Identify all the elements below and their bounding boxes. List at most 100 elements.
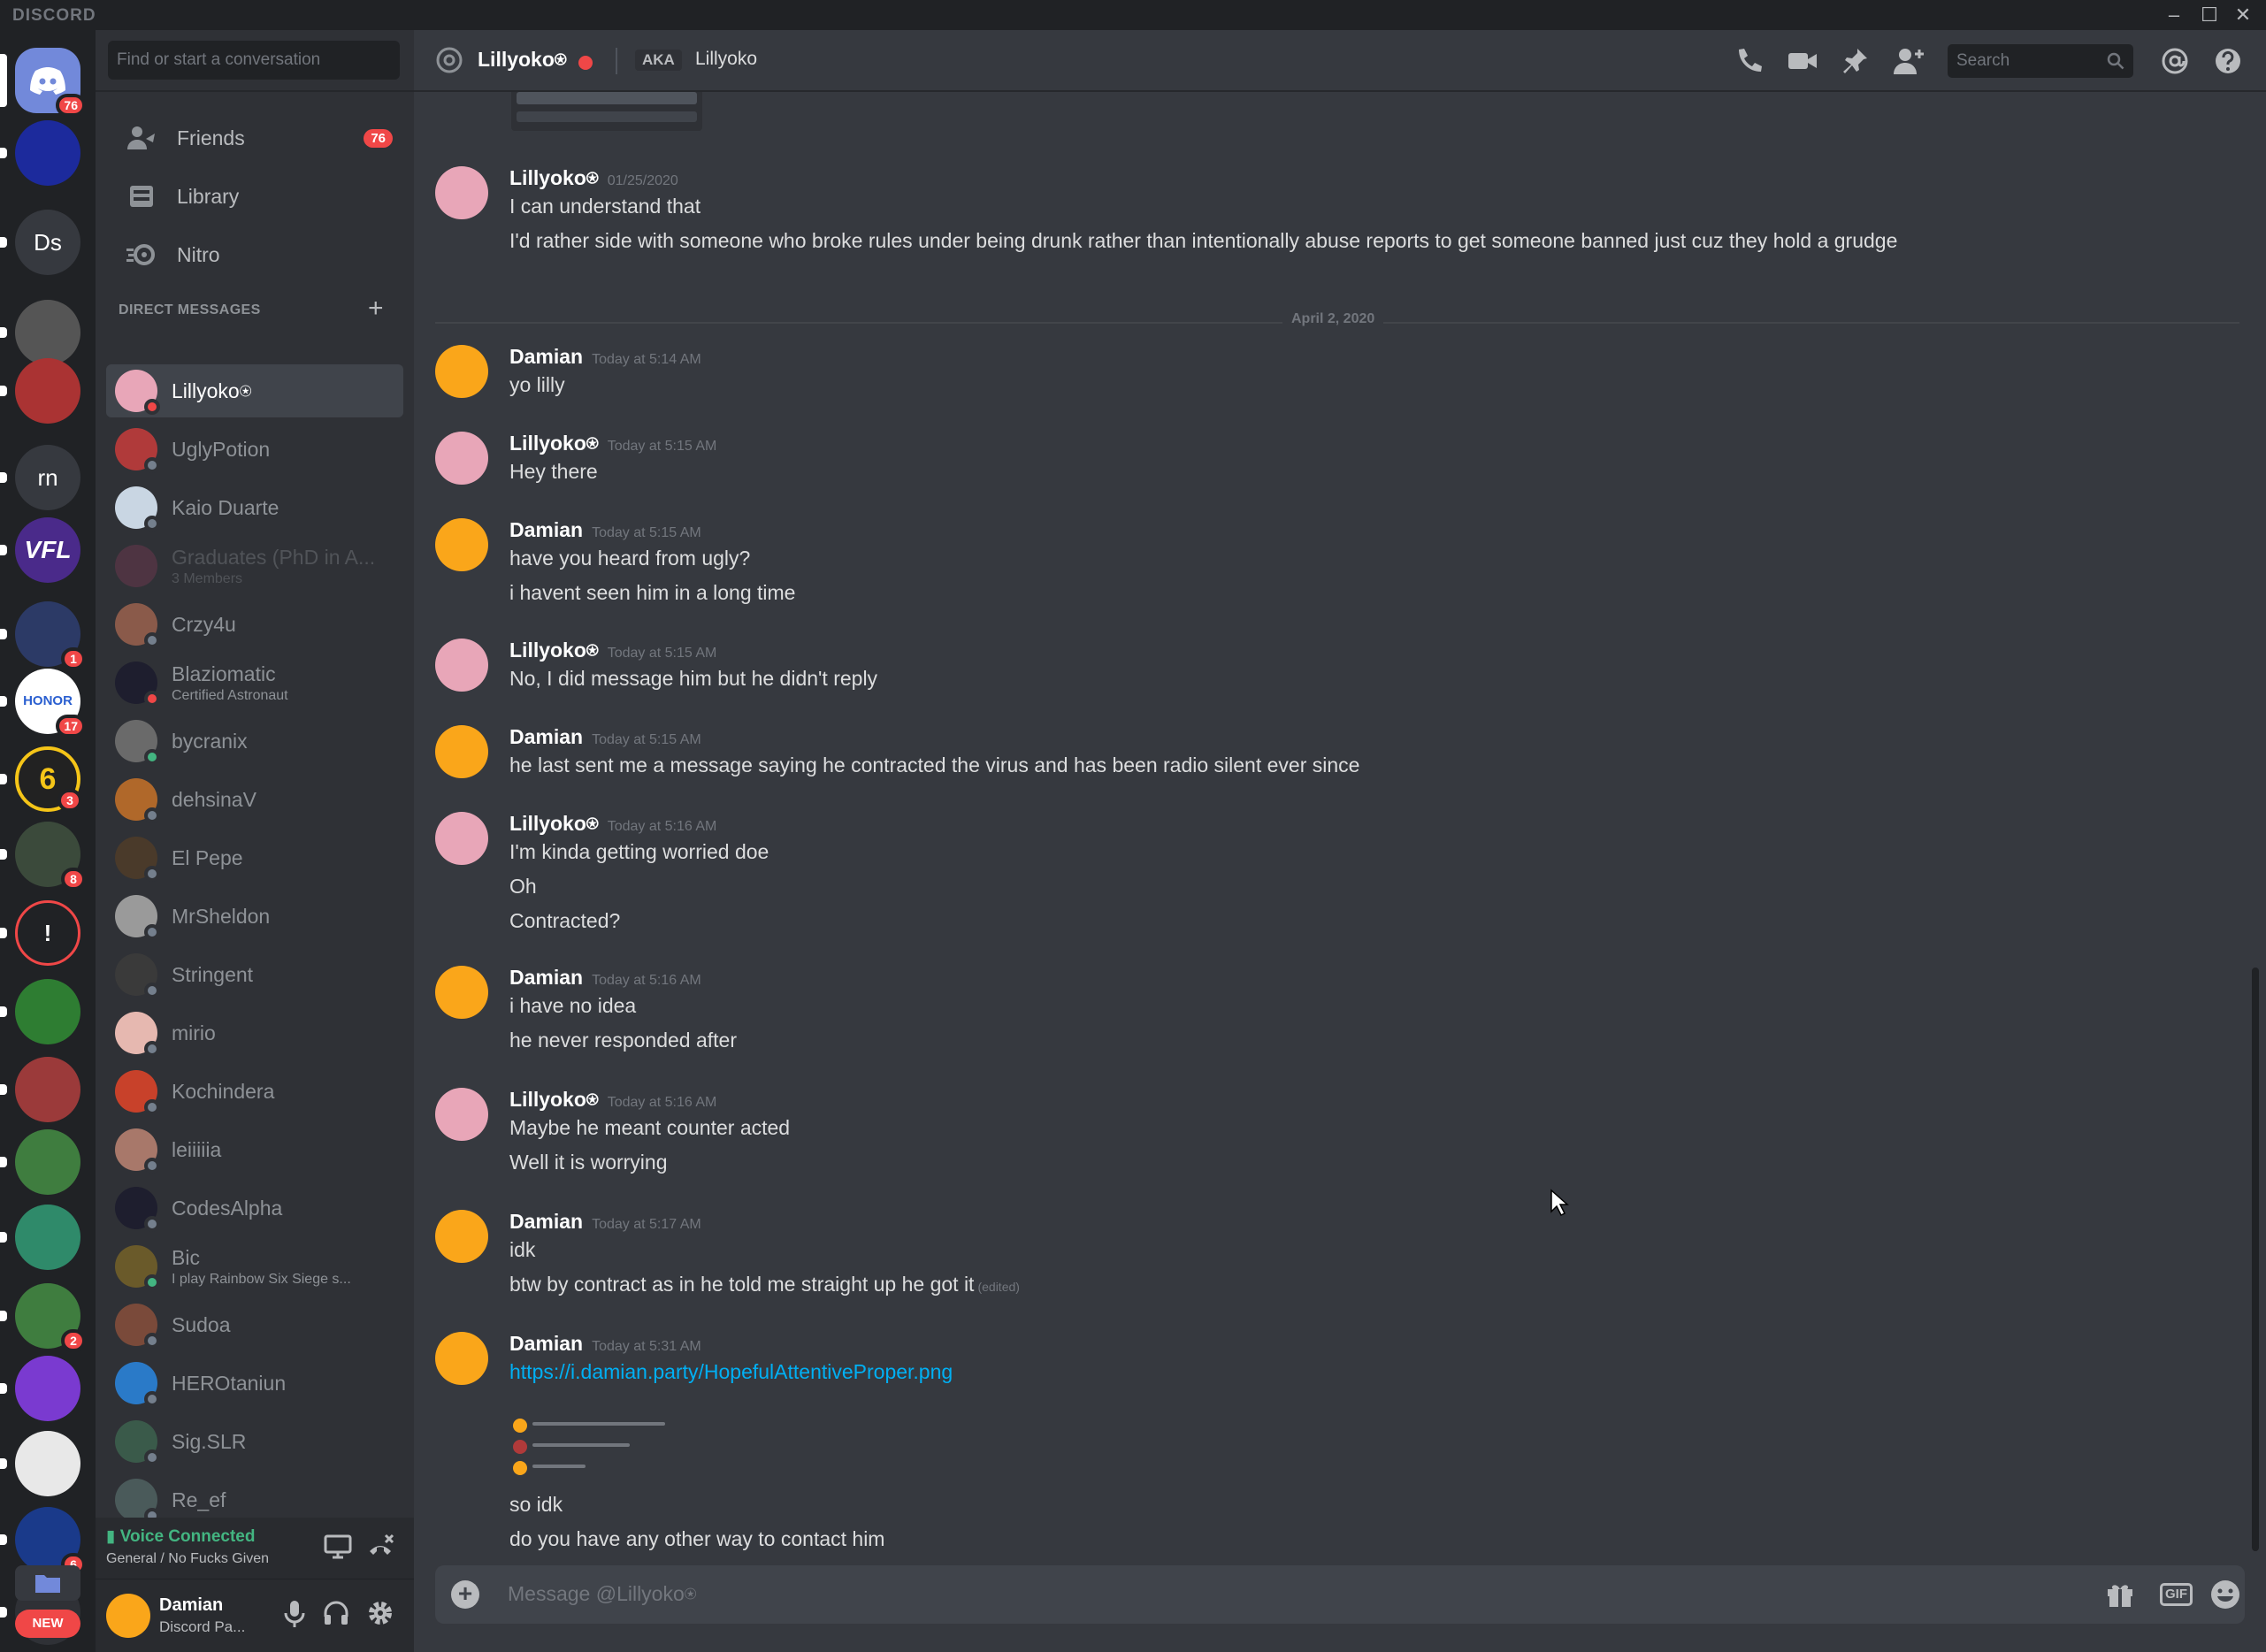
server-icon[interactable]: VFL	[15, 517, 80, 584]
server-icon[interactable]	[15, 300, 80, 366]
message-avatar[interactable]	[435, 966, 488, 1019]
nav-friends[interactable]: Friends 76	[106, 113, 403, 163]
video-call-icon[interactable]	[1787, 46, 1820, 78]
header-search-input[interactable]: Search	[1948, 44, 2133, 78]
emoji-icon[interactable]	[2209, 1579, 2243, 1610]
dm-search-input[interactable]: Find or start a conversation	[108, 41, 400, 80]
dm-item[interactable]: Bic I play Rainbow Six Siege s...	[106, 1240, 403, 1293]
avatar	[115, 603, 160, 648]
message-avatar[interactable]	[435, 345, 488, 398]
server-icon[interactable]: !	[15, 900, 80, 966]
dm-item[interactable]: HEROtaniun	[106, 1357, 403, 1410]
microphone-icon[interactable]	[281, 1599, 313, 1631]
server-icon[interactable]: 8	[15, 822, 86, 891]
gif-button[interactable]: GIF	[2160, 1583, 2193, 1606]
message-input[interactable]: Message @Lillyoko⍟	[508, 1582, 697, 1606]
server-icon[interactable]	[15, 1057, 80, 1123]
message-avatar[interactable]	[435, 1332, 488, 1385]
add-friend-icon[interactable]	[1893, 46, 1926, 78]
dm-item[interactable]: leiiiiia	[106, 1123, 403, 1176]
create-dm-icon[interactable]: +	[368, 294, 384, 324]
message-link[interactable]: https://i.damian.party/HopefulAttentiveP…	[509, 1360, 953, 1383]
server-icon[interactable]: rn	[15, 445, 80, 511]
message-avatar[interactable]	[435, 1088, 488, 1141]
embedded-screenshot-image[interactable]	[509, 1406, 1058, 1486]
server-icon[interactable]	[15, 1129, 80, 1196]
dm-subtitle: I play Rainbow Six Siege s...	[172, 1271, 351, 1287]
user-avatar[interactable]	[106, 1594, 150, 1638]
dm-item[interactable]: Crzy4u	[106, 598, 403, 651]
message-text: i havent seen him in a long time	[509, 581, 796, 604]
message-author[interactable]: Lillyoko⍟	[509, 432, 599, 455]
dm-item[interactable]: Kochindera	[106, 1065, 403, 1118]
message-author[interactable]: Damian	[509, 345, 583, 368]
dm-item[interactable]: Graduates (PhD in A... 3 Members	[106, 539, 403, 593]
message-avatar[interactable]	[435, 1210, 488, 1263]
upload-plus-icon[interactable]: +	[451, 1580, 479, 1609]
pin-icon[interactable]	[1840, 46, 1873, 78]
close-icon[interactable]: ✕	[2216, 0, 2266, 30]
server-icon[interactable]: HONOR 17	[15, 668, 86, 738]
server-icon[interactable]: Ds	[15, 210, 80, 276]
dm-item[interactable]: UglyPotion	[106, 423, 403, 476]
server-icon[interactable]	[15, 1205, 80, 1271]
nav-nitro[interactable]: Nitro	[106, 230, 403, 279]
server-icon[interactable]	[15, 119, 80, 186]
dm-item[interactable]: Stringent	[106, 948, 403, 1001]
server-icon[interactable]: 2	[15, 1282, 86, 1352]
message-avatar[interactable]	[435, 518, 488, 571]
message-avatar[interactable]	[435, 639, 488, 692]
dm-item[interactable]: MrSheldon	[106, 890, 403, 943]
server-icon[interactable]	[15, 1431, 80, 1497]
dm-item[interactable]: Sig.SLR	[106, 1415, 403, 1468]
message-composer[interactable]: + Message @Lillyoko⍟ GIF	[435, 1565, 2245, 1624]
home-server-icon[interactable]: 76	[15, 47, 86, 117]
dm-item[interactable]: Kaio Duarte	[106, 481, 403, 534]
status-indicator-icon	[144, 1158, 160, 1174]
message-author[interactable]: Damian	[509, 518, 583, 541]
server-icon[interactable]: 6	[15, 1506, 86, 1576]
message-author[interactable]: Lillyoko⍟	[509, 812, 599, 835]
dm-item[interactable]: dehsinaV	[106, 773, 403, 826]
dm-item[interactable]: Lillyoko⍟	[106, 364, 403, 417]
embedded-image-preview[interactable]	[511, 92, 702, 131]
disconnect-icon[interactable]	[366, 1533, 396, 1564]
new-badge-button[interactable]: NEW	[15, 1610, 80, 1638]
help-icon[interactable]	[2213, 46, 2247, 78]
screen-share-icon[interactable]	[324, 1533, 354, 1564]
message-timestamp: Today at 5:16 AM	[607, 1095, 717, 1110]
server-icon[interactable]: 63	[15, 746, 82, 813]
voice-status[interactable]: ▮ Voice Connected	[106, 1526, 255, 1547]
gift-icon[interactable]	[2105, 1579, 2139, 1610]
dm-item[interactable]: Blaziomatic Certified Astronaut	[106, 656, 403, 709]
mentions-icon[interactable]	[2160, 46, 2193, 78]
server-icon[interactable]	[15, 1355, 80, 1421]
settings-gear-icon[interactable]	[366, 1599, 398, 1631]
dm-item[interactable]: CodesAlpha	[106, 1182, 403, 1235]
voice-call-icon[interactable]	[1734, 46, 1767, 78]
message-author[interactable]: Lillyoko⍟	[509, 166, 599, 189]
dm-item[interactable]: mirio	[106, 1006, 403, 1059]
dm-item[interactable]: bycranix	[106, 715, 403, 768]
message-avatar[interactable]	[435, 432, 488, 485]
message-author[interactable]: Damian	[509, 966, 583, 989]
message-author[interactable]: Lillyoko⍟	[509, 639, 599, 662]
message-author[interactable]: Damian	[509, 1210, 583, 1233]
server-label: Ds	[34, 228, 62, 256]
chat-scrollbar[interactable]	[2252, 967, 2259, 1551]
message-author[interactable]: Damian	[509, 1332, 583, 1355]
server-notification-badge: 8	[61, 868, 86, 891]
server-icon[interactable]: 1	[15, 601, 86, 671]
dm-item[interactable]: El Pepe	[106, 831, 403, 884]
server-folder-icon[interactable]	[15, 1565, 80, 1601]
message-author[interactable]: Lillyoko⍟	[509, 1088, 599, 1111]
dm-item[interactable]: Sudoa	[106, 1298, 403, 1351]
server-icon[interactable]	[15, 357, 80, 424]
server-icon[interactable]	[15, 978, 80, 1044]
nav-library[interactable]: Library	[106, 172, 403, 221]
message-avatar[interactable]	[435, 725, 488, 778]
headphones-icon[interactable]	[322, 1599, 354, 1631]
message-avatar[interactable]	[435, 812, 488, 865]
message-avatar[interactable]	[435, 166, 488, 219]
message-author[interactable]: Damian	[509, 725, 583, 748]
